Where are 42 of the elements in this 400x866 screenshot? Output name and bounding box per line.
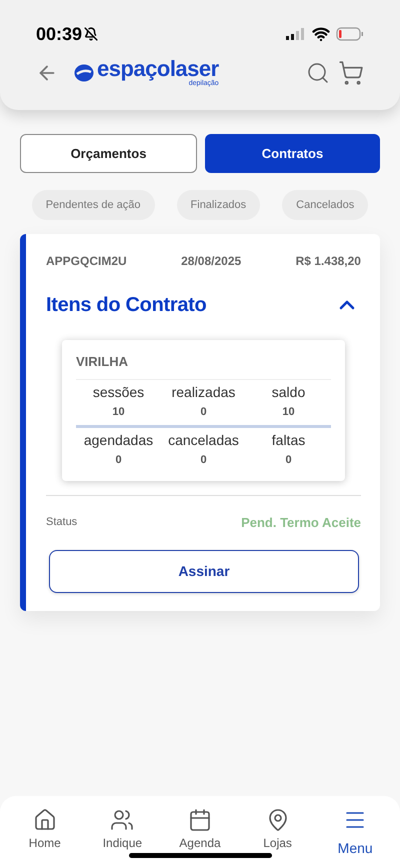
wifi-icon [312,25,330,43]
segment-tab[interactable]: Contratos [205,134,380,173]
sign-button[interactable]: Assinar [49,550,359,593]
stat-value: 0 [200,453,207,468]
logo-icon [74,64,94,82]
home-icon [32,808,57,832]
signal-icon [286,28,306,40]
contract-code: APPGQCIM2U [46,253,127,270]
stat-label: sessões [92,382,146,400]
filter-chip[interactable]: Pendentes de ação [32,190,155,220]
stat-value: 0 [200,404,207,420]
filter-chip[interactable]: Cancelados [282,190,368,220]
status-label: Status [46,515,78,530]
stat-value: 10 [112,404,125,420]
brand-name: espaçolaser [97,58,219,80]
cart-button[interactable] [338,60,364,86]
stat-value: 0 [115,453,122,468]
filter-chip[interactable]: Finalizados [176,190,260,220]
stat-label: agendadas [82,431,154,449]
battery-icon [336,27,364,41]
contract-date: 28/08/2025 [181,253,242,270]
section-title: Itens do Contrato [46,293,206,318]
nav-item[interactable]: Agenda [170,808,230,866]
nav-item[interactable]: Lojas [248,808,308,866]
status-value: Pend. Termo Aceite [241,514,361,532]
segment-tab[interactable]: Orçamentos [20,134,197,173]
stat-label: realizadas [170,382,236,400]
contract-price: R$ 1.438,20 [296,253,361,270]
people-icon [110,808,134,832]
status-time: 00:39 [36,22,82,46]
silent-icon [84,27,98,41]
calendar-icon [188,808,212,832]
stat-label: faltas [270,431,306,449]
stat-label: canceladas [168,431,240,449]
stat-label: saldo [270,382,306,400]
nav-item[interactable]: Home [14,808,75,866]
nav-item[interactable]: Menu [325,808,386,866]
item-name: VIRILHA [76,352,331,380]
stat-value: 0 [285,453,292,468]
stat-value: 10 [282,404,295,420]
search-button[interactable] [306,60,330,84]
nav-item[interactable]: Indique [92,808,152,866]
